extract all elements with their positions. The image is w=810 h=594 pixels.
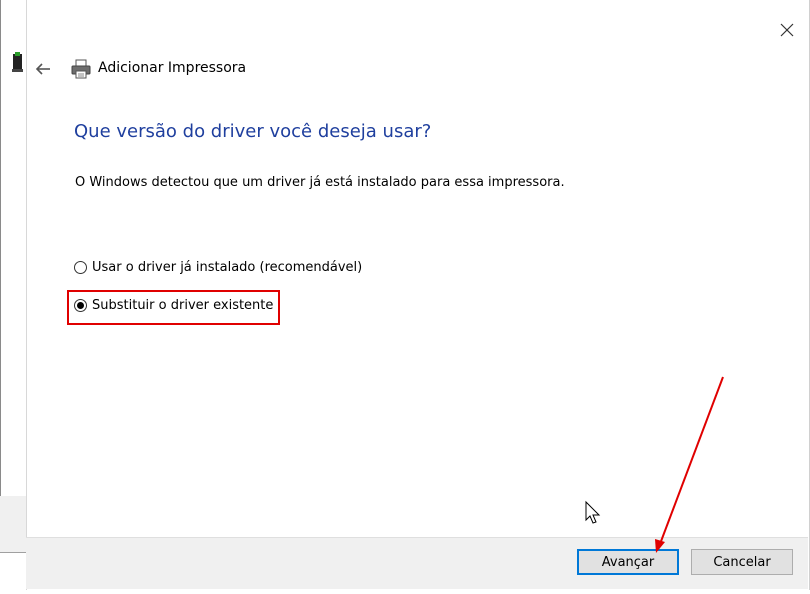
radio-use-installed-driver[interactable] xyxy=(74,261,87,274)
annotation-highlight-box xyxy=(67,290,280,325)
background-window-edge xyxy=(0,0,1,552)
close-button[interactable] xyxy=(768,14,806,46)
back-button[interactable] xyxy=(32,58,54,80)
option-use-installed-driver[interactable]: Usar o driver já instalado (recomendável… xyxy=(74,260,362,275)
next-button[interactable]: Avançar xyxy=(577,549,679,575)
option-label: Usar o driver já instalado (recomendável… xyxy=(92,260,363,275)
window-title: Adicionar Impressora xyxy=(98,60,247,76)
page-description: O Windows detectou que um driver já está… xyxy=(75,175,565,190)
printer-icon xyxy=(71,59,91,79)
printer-app-icon xyxy=(12,52,23,72)
close-icon xyxy=(780,23,794,37)
background-window-divider xyxy=(0,552,26,553)
back-arrow-icon xyxy=(35,63,50,75)
background-window-strip xyxy=(0,496,26,552)
cancel-button[interactable]: Cancelar xyxy=(691,549,793,575)
page-heading: Que versão do driver você deseja usar? xyxy=(74,121,432,142)
